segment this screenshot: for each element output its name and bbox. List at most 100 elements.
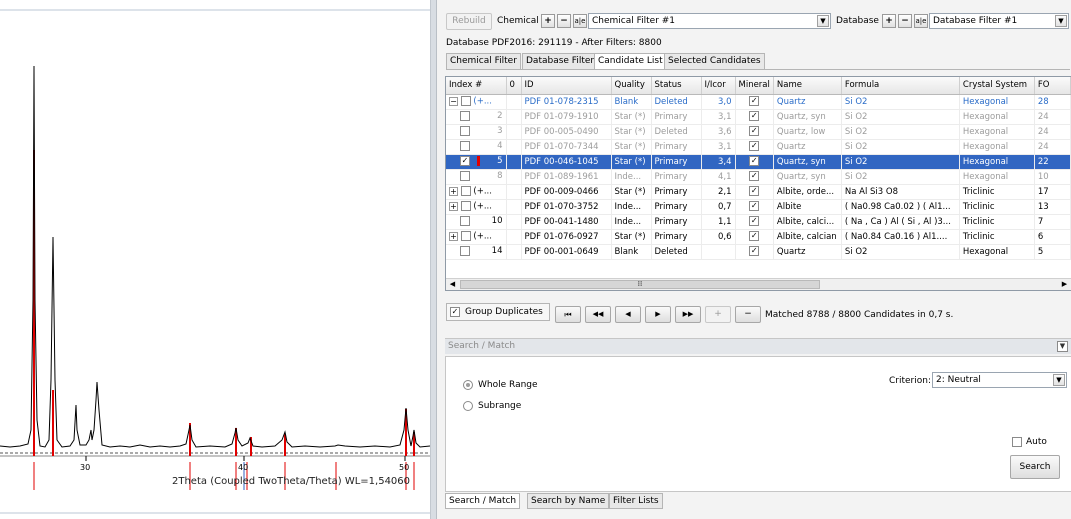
row-fom: 24 <box>1034 124 1071 140</box>
table-row[interactable]: + (+... PDF 01-070-3752 Inde... Primary … <box>446 199 1071 215</box>
next-button[interactable]: ▶ <box>645 306 671 323</box>
row-checkbox[interactable] <box>460 201 471 212</box>
row-checkbox[interactable] <box>460 96 471 107</box>
row-checkbox[interactable] <box>460 186 471 197</box>
table-row[interactable]: 10 PDF 00-041-1480 Inde... Primary 1,1 ✓… <box>446 214 1071 230</box>
whole-range-label: Whole Range <box>478 380 538 390</box>
mineral-checkbox[interactable]: ✓ <box>749 201 760 212</box>
column-header-marker[interactable]: 0 <box>506 77 522 95</box>
diffractogram-pane[interactable]: 30 40 50 2Theta (Coupled TwoTheta/Theta)… <box>0 0 432 519</box>
candidate-grid[interactable]: Index # 0 ID Quality Status I/Icor Miner… <box>445 76 1071 291</box>
row-checkbox[interactable] <box>460 246 470 257</box>
table-row[interactable]: 8 PDF 01-089-1961 Inde... Primary 4,1 ✓ … <box>446 169 1071 185</box>
row-quality: Star (*) <box>611 184 652 200</box>
scroll-left-icon[interactable]: ◀ <box>447 280 458 289</box>
table-row[interactable]: 2 PDF 01-079-1910 Star (*) Primary 3,1 ✓… <box>446 109 1071 125</box>
add-database-filter-button[interactable]: + <box>882 14 896 28</box>
rebuild-button[interactable]: Rebuild <box>446 13 492 30</box>
tab-filter-lists[interactable]: Filter Lists <box>609 493 663 509</box>
database-filter-select[interactable]: Database Filter #1 ▼ <box>929 13 1069 29</box>
criterion-select[interactable]: 2: Neutral ▼ <box>932 372 1067 388</box>
database-filter-value: Database Filter #1 <box>933 16 1018 26</box>
row-checkbox[interactable]: ✓ <box>460 156 470 167</box>
table-row[interactable]: − (+... PDF 01-078-2315 Blank Deleted 3,… <box>446 94 1071 110</box>
previous-page-button[interactable]: ◀◀ <box>585 306 611 323</box>
chemical-filter-select[interactable]: Chemical Filter #1 ▼ <box>588 13 831 29</box>
row-id: PDF 00-046-1045 <box>521 154 612 170</box>
mineral-checkbox[interactable]: ✓ <box>749 216 760 227</box>
scrollbar-thumb[interactable]: ⁞⁞ <box>460 280 820 289</box>
table-row[interactable]: 3 PDF 00-005-0490 Star (*) Deleted 3,6 ✓… <box>446 124 1071 140</box>
row-checkbox[interactable] <box>460 111 470 122</box>
column-header-id[interactable]: ID <box>521 77 612 95</box>
group-duplicates-checkbox[interactable]: ✓ <box>450 307 460 317</box>
table-row[interactable]: 4 PDF 01-070-7344 Star (*) Primary 3,1 ✓… <box>446 139 1071 155</box>
horizontal-scrollbar[interactable]: ◀ ⁞⁞ ▶ <box>446 278 1071 290</box>
mineral-checkbox[interactable]: ✓ <box>749 96 760 107</box>
add-candidate-button[interactable]: + <box>705 306 731 323</box>
mineral-checkbox[interactable]: ✓ <box>749 156 760 167</box>
criterion-value: 2: Neutral <box>936 375 981 385</box>
tree-toggle[interactable]: − <box>449 96 458 106</box>
column-header-index[interactable]: Index # <box>446 77 507 95</box>
row-checkbox[interactable] <box>460 141 470 152</box>
table-row[interactable]: + (+... PDF 01-076-0927 Star (*) Primary… <box>446 229 1071 245</box>
row-name: Quartz, low <box>773 124 842 140</box>
diffractogram-plot[interactable] <box>0 0 430 519</box>
row-id: PDF 01-078-2315 <box>521 94 612 110</box>
tab-candidate-list[interactable]: Candidate List <box>594 53 667 70</box>
pin-icon[interactable]: ▼ <box>1057 341 1068 352</box>
tree-toggle[interactable]: + <box>449 201 458 211</box>
mineral-checkbox[interactable]: ✓ <box>749 186 760 197</box>
tab-search-match[interactable]: Search / Match <box>445 493 521 509</box>
remove-chemical-filter-button[interactable]: − <box>557 14 571 28</box>
tab-search-by-name[interactable]: Search by Name <box>527 493 610 509</box>
table-row[interactable]: 14 PDF 00-001-0649 Blank Deleted ✓ Quart… <box>446 244 1071 260</box>
subrange-radio[interactable] <box>463 401 473 411</box>
row-checkbox[interactable] <box>460 231 471 242</box>
first-page-button[interactable]: ⏮ <box>555 306 581 323</box>
row-checkbox[interactable] <box>460 171 470 182</box>
remove-database-filter-button[interactable]: − <box>898 14 912 28</box>
column-header-icor[interactable]: I/Icor <box>701 77 736 95</box>
mineral-checkbox[interactable]: ✓ <box>749 126 760 137</box>
group-duplicates-toggle[interactable]: ✓ Group Duplicates <box>446 303 550 321</box>
next-page-button[interactable]: ▶▶ <box>675 306 701 323</box>
mineral-checkbox[interactable]: ✓ <box>749 231 760 242</box>
row-id: PDF 01-076-0927 <box>521 229 612 245</box>
column-header-name[interactable]: Name <box>773 77 842 95</box>
mineral-checkbox[interactable]: ✓ <box>749 111 760 122</box>
column-header-mineral[interactable]: Mineral <box>735 77 774 95</box>
search-button[interactable]: Search <box>1010 455 1060 479</box>
row-marker <box>506 169 522 185</box>
row-formula: Na Al Si3 O8 <box>841 184 960 200</box>
column-header-crystal-system[interactable]: Crystal System <box>959 77 1035 95</box>
row-checkbox[interactable] <box>460 216 470 227</box>
add-chemical-filter-button[interactable]: + <box>541 14 555 28</box>
tree-toggle[interactable]: + <box>449 186 458 196</box>
table-row[interactable]: + (+... PDF 00-009-0466 Star (*) Primary… <box>446 184 1071 200</box>
row-checkbox[interactable] <box>460 126 470 137</box>
remove-candidate-button[interactable]: − <box>735 306 761 323</box>
whole-range-radio[interactable] <box>463 380 473 390</box>
row-fom: 13 <box>1034 199 1071 215</box>
table-row-selected[interactable]: ✓ 5 PDF 00-046-1045 Star (*) Primary 3,4… <box>446 154 1071 170</box>
tree-toggle[interactable]: + <box>449 231 458 241</box>
tab-selected-candidates[interactable]: Selected Candidates <box>664 53 765 69</box>
column-header-quality[interactable]: Quality <box>611 77 652 95</box>
auto-checkbox[interactable] <box>1012 437 1022 447</box>
mineral-checkbox[interactable]: ✓ <box>749 171 760 182</box>
group-duplicates-label: Group Duplicates <box>465 307 543 317</box>
column-header-fom[interactable]: FO <box>1034 77 1071 95</box>
rename-chemical-filter-button[interactable]: a|e <box>573 14 587 28</box>
scroll-right-icon[interactable]: ▶ <box>1059 280 1070 289</box>
tab-database-filter[interactable]: Database Filter <box>522 53 599 69</box>
column-header-formula[interactable]: Formula <box>841 77 960 95</box>
column-header-status[interactable]: Status <box>651 77 702 95</box>
rename-database-filter-button[interactable]: a|e <box>914 14 928 28</box>
row-name: Albite, calci... <box>773 214 842 230</box>
mineral-checkbox[interactable]: ✓ <box>749 246 760 257</box>
previous-button[interactable]: ◀ <box>615 306 641 323</box>
tab-chemical-filter[interactable]: Chemical Filter <box>446 53 521 69</box>
mineral-checkbox[interactable]: ✓ <box>749 141 760 152</box>
